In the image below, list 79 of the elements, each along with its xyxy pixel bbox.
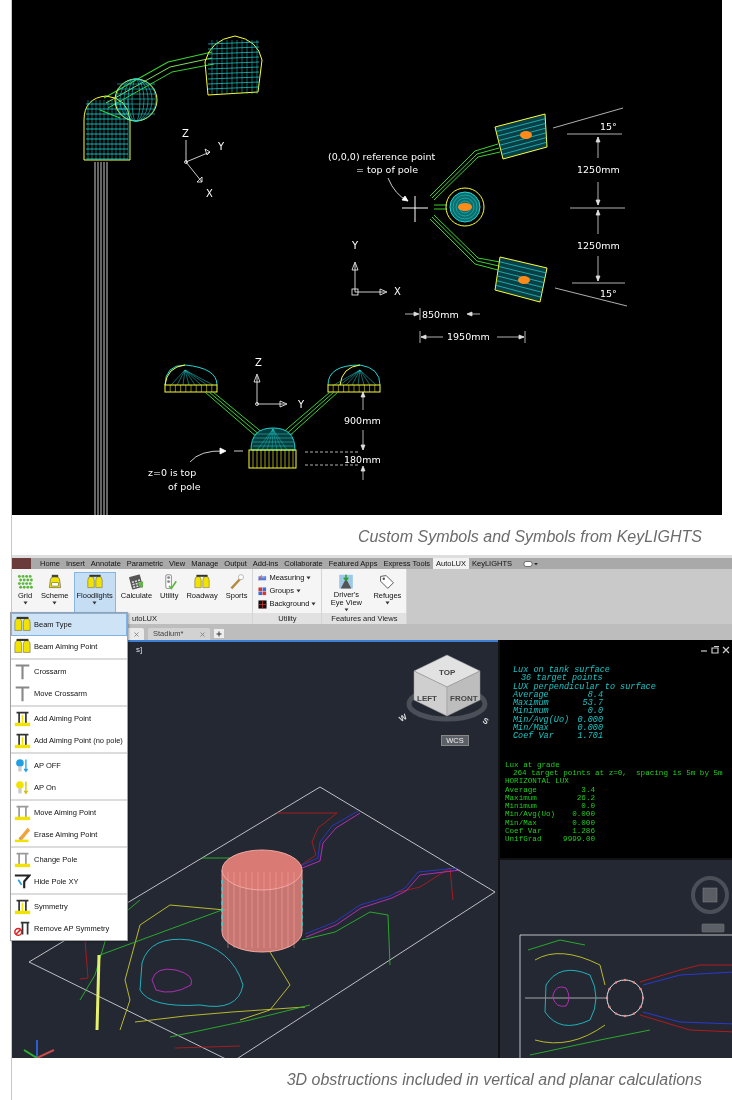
- stat-label: Coef Var: [513, 732, 555, 741]
- stat-value: 0.000: [576, 715, 603, 725]
- axis-label: X: [206, 188, 213, 199]
- new-tab-button[interactable]: [214, 629, 224, 638]
- no-symbol-pole-icon: [14, 920, 31, 938]
- calculator-icon: [128, 574, 145, 590]
- annotation-text: of pole: [168, 481, 201, 492]
- background-icon: [258, 599, 268, 609]
- dimension-label: 15°: [600, 121, 617, 132]
- dimension-label: 1250mm: [577, 240, 620, 251]
- twin-floodlight-icon: [14, 638, 31, 656]
- dot-grid-icon: [17, 574, 33, 590]
- bulb-arrow-icon: [14, 756, 31, 774]
- road-icon: [338, 574, 355, 590]
- annotation-text: = top of pole: [356, 164, 419, 175]
- stat-value: 1.701: [576, 732, 603, 741]
- crossarm-icon: [14, 685, 31, 703]
- dimension-label: 1950mm: [447, 331, 490, 342]
- axis-drawing: [253, 373, 288, 408]
- figure-caption: 3D obstructions included in vertical and planar calculations: [285, 1070, 703, 1090]
- viewcube-drawing[interactable]: [406, 654, 488, 722]
- pole-lamps-icon: [14, 732, 31, 750]
- figure-caption: Custom Symbols and Symbols from KeyLIGHTS: [356, 527, 703, 547]
- axis-label: X: [394, 286, 401, 297]
- compass-label: S: [481, 715, 491, 727]
- cube-face-label: FRONT: [450, 694, 478, 703]
- bat-and-ball-icon: [228, 574, 245, 590]
- ruler-icon: [258, 573, 268, 583]
- lit-bulb-arrow-icon: [14, 779, 31, 797]
- leader-line: [387, 177, 409, 202]
- output-text: Lux on tank surface: [513, 666, 611, 675]
- axis-label: Z: [255, 357, 262, 368]
- crossarm-icon: [14, 662, 31, 680]
- colored-squares-icon: [258, 586, 268, 596]
- stat-value: 0.0: [587, 707, 603, 716]
- dimension-label: 15°: [600, 288, 617, 299]
- dimension-label: 180mm: [344, 454, 381, 465]
- axis-drawing: [184, 139, 211, 183]
- cube-face-label: LEFT: [417, 694, 437, 703]
- twin-floodlight-icon: [86, 574, 103, 590]
- pencil-icon: [14, 826, 31, 844]
- tank-outline: [605, 978, 645, 1018]
- compass-label: W: [397, 712, 409, 724]
- panel-toggle-icon[interactable]: [523, 559, 540, 568]
- viewport-label: s]: [136, 645, 143, 654]
- dimension-label: 900mm: [344, 415, 381, 426]
- twin-floodlight-icon: [194, 574, 211, 590]
- bent-arm-icon: [14, 873, 31, 891]
- twin-floodlight-icon: [14, 615, 31, 633]
- close-icon[interactable]: [722, 646, 730, 654]
- stat-label: Minimum: [513, 707, 549, 716]
- dimension-label: 850mm: [422, 309, 459, 320]
- cube-face-label: TOP: [439, 668, 456, 677]
- axis-label: Z: [182, 128, 189, 139]
- compass-drawing: [691, 876, 729, 914]
- ucs-axis-drawing: [23, 1039, 55, 1058]
- floodlight-icon: [46, 574, 63, 590]
- reference-point-drawing: [401, 195, 429, 223]
- leader-line: [189, 447, 227, 463]
- stat-value: 0.000: [576, 724, 603, 733]
- output-text: LUX perpendicular to surface: [513, 682, 657, 691]
- restore-icon[interactable]: [711, 646, 719, 654]
- pole-lamps-icon: [14, 709, 31, 727]
- pole-frame-icon: [14, 803, 31, 821]
- axis-label: Y: [298, 399, 305, 410]
- annotation-text: (0,0,0) reference point: [328, 151, 436, 162]
- pole-lamps-icon: [14, 897, 31, 915]
- axis-label: Y: [218, 141, 225, 152]
- stat-value: 8.4: [587, 690, 603, 700]
- dimension-label: 1250mm: [577, 164, 620, 175]
- stat-label: Average: [513, 690, 549, 700]
- output-text: 36 target points: [521, 674, 603, 683]
- stat-value: 53.7: [581, 699, 603, 708]
- axis-drawing: [351, 261, 388, 296]
- annotation-text: z=0 is top: [148, 467, 197, 478]
- pole-frame-icon: [14, 850, 31, 868]
- stat-label: Min/Avg(Uo): [513, 715, 571, 725]
- axis-label: Y: [352, 240, 359, 251]
- tag-icon: [379, 574, 396, 590]
